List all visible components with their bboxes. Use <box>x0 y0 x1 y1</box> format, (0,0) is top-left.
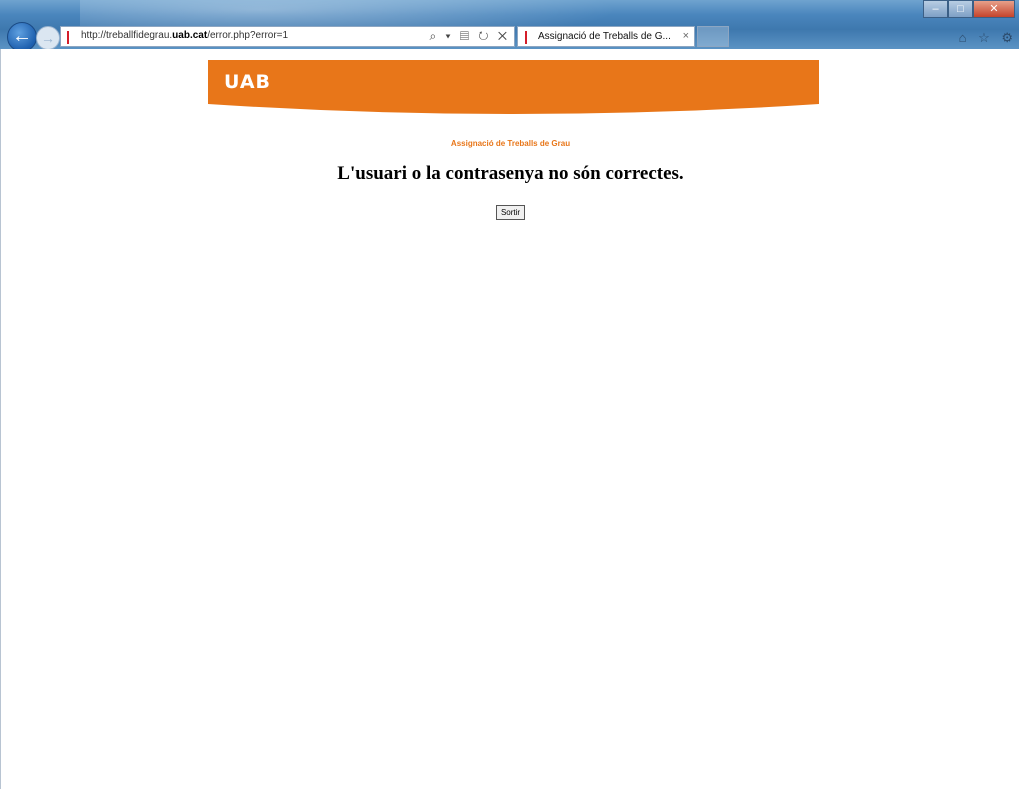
window-controls: – □ ✕ <box>923 0 1015 18</box>
forward-button[interactable]: → <box>36 26 60 50</box>
tab-favicon-icon <box>525 31 531 62</box>
browser-titlebar: ← → http://treballfidegrau.uab.cat/error… <box>0 0 1019 62</box>
uab-banner: UAB <box>208 60 819 116</box>
banner-background <box>208 60 819 114</box>
address-url[interactable]: http://treballfidegrau.uab.cat/error.php… <box>81 30 288 41</box>
error-message: L'usuari o la contrasenya no són correct… <box>337 163 684 184</box>
uab-logo: UAB <box>224 71 272 93</box>
tab-close-icon[interactable]: × <box>683 30 689 42</box>
home-favorites-tools-icons[interactable]: ⌂ ☆ ⚙ <box>959 30 1017 46</box>
minimize-button[interactable]: – <box>923 0 948 18</box>
maximize-button[interactable]: □ <box>948 0 973 18</box>
tab-title: Assignació de Treballs de G... <box>538 31 671 42</box>
address-tools[interactable]: ⌕ ▾ ▤ ↻ ✕ <box>430 29 511 44</box>
tab-active[interactable]: Assignació de Treballs de G... × <box>517 26 695 62</box>
address-bar[interactable]: http://treballfidegrau.uab.cat/error.php… <box>60 26 515 62</box>
new-tab-button[interactable] <box>697 26 729 47</box>
forward-arrow-icon: → <box>41 30 55 46</box>
back-button[interactable]: ← <box>7 22 37 52</box>
button-container: Sortir <box>1 202 1019 220</box>
site-favicon-icon <box>67 31 73 62</box>
page-subtitle: Assignació de Treballs de Grau <box>450 139 571 148</box>
back-arrow-icon: ← <box>12 25 32 47</box>
exit-button[interactable]: Sortir <box>495 205 526 220</box>
close-button[interactable]: ✕ <box>973 0 1015 18</box>
page-viewport: UAB Assignació de Treballs de Grau L'usu… <box>0 49 1019 789</box>
